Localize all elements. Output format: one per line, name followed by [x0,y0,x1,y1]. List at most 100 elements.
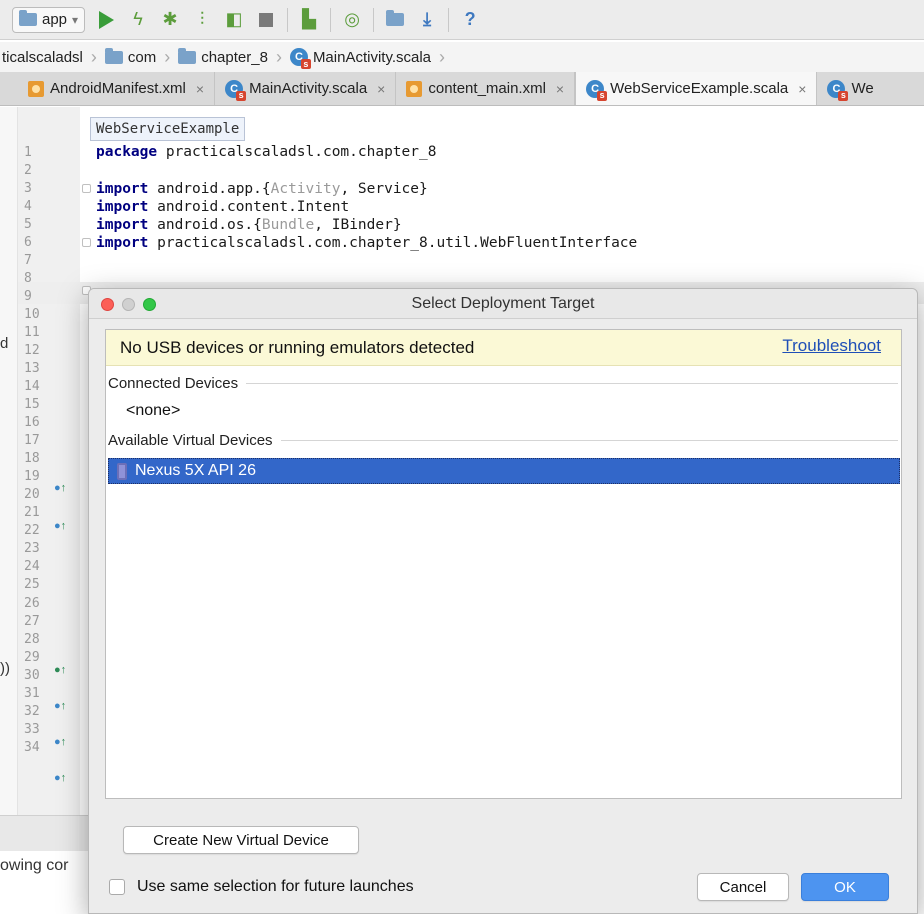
fold-icon[interactable] [82,184,91,193]
close-icon[interactable]: × [196,81,204,97]
instant-run-button[interactable]: ϟ [127,8,149,32]
warning-banner: No USB devices or running emulators dete… [106,330,901,366]
status-strip [0,815,90,851]
ok-button[interactable]: OK [801,873,889,901]
tab-main-activity[interactable]: C MainActivity.scala × [215,72,397,105]
code-line: import android.os.{Bundle, IBinder} [96,217,402,233]
tool-window-strip [0,107,18,817]
project-structure-button[interactable] [384,8,406,32]
warning-text: No USB devices or running emulators dete… [120,338,475,357]
breadcrumb-separator: › [439,46,446,67]
line-number: 26 [24,595,40,611]
device-label: Nexus 5X API 26 [135,462,256,479]
class-name-tooltip: WebServiceExample [90,117,246,141]
profile-button[interactable]: ⫶ [191,8,213,32]
line-number: 19 [24,469,40,485]
line-number: 11 [24,325,40,341]
toolbar-divider [373,7,375,32]
breadcrumb: ticalscaladsl › com › chapter_8 › C Main… [0,42,924,72]
tab-web-service-example[interactable]: C WebServiceExample.scala × [575,72,818,105]
dialog-titlebar[interactable]: Select Deployment Target [89,289,917,319]
line-number: 7 [24,253,32,269]
line-number: 24 [24,559,40,575]
chevron-down-icon: ▾ [72,12,79,27]
lightning-icon: ϟ [133,9,143,29]
line-number: 6 [24,235,32,251]
breadcrumb-item-file[interactable]: C MainActivity.scala [282,42,439,72]
line-number: 30 [24,667,40,683]
tab-label: MainActivity.scala [249,80,368,97]
remember-selection-option[interactable]: Use same selection for future launches [109,878,414,896]
attach-debugger-button[interactable]: ◧ [223,8,245,32]
clipped-text: d [0,335,9,352]
breadcrumb-label: com [127,48,157,66]
project-structure-icon [386,10,405,26]
remember-selection-checkbox[interactable] [109,879,125,895]
line-number: 8 [24,271,32,287]
line-number: 18 [24,451,40,467]
sdk-manager-button[interactable]: ⤓ [416,8,438,32]
line-number: 15 [24,397,40,413]
sync-icon: ◎ [344,9,360,29]
download-icon: ⤓ [423,9,432,29]
sync-gradle-button[interactable]: ◎ [341,8,363,32]
line-number: 29 [24,649,40,665]
help-button[interactable]: ? [459,8,481,32]
line-number: 33 [24,721,40,737]
scala-file-icon: C [586,79,608,101]
line-number: 3 [24,181,32,197]
clipped-text: )) [0,660,10,677]
select-deployment-target-dialog: Select Deployment Target No USB devices … [88,288,918,914]
run-configuration-dropdown[interactable]: app ▾ [12,6,86,33]
scala-file-icon: C [289,48,311,69]
stop-icon [259,12,274,27]
line-number: 22 [24,523,40,539]
main-toolbar: app ▾ ϟ ✱ ⫶ ◧ ▙ ◎ ⤓ ? [0,0,924,40]
phone-icon [117,462,127,480]
editor-tabs: AndroidManifest.xml × C MainActivity.sca… [0,72,924,106]
avd-manager-button[interactable]: ▙ [298,8,320,32]
breadcrumb-label: MainActivity.scala [312,48,432,66]
help-icon: ? [464,9,476,29]
line-number: 16 [24,415,40,431]
stop-button[interactable] [255,8,277,32]
troubleshoot-link[interactable]: Troubleshoot [782,336,881,356]
close-icon[interactable]: × [798,81,806,97]
folder-icon [104,47,123,64]
connected-devices-header: Connected Devices [108,375,898,392]
run-button[interactable] [95,8,117,32]
bug-icon: ✱ [162,9,178,29]
section-divider [246,383,898,384]
breadcrumb-item-package[interactable]: ticalscaladsl [0,42,91,72]
override-marker-icon: ●↑ [54,520,67,532]
breadcrumb-item-chapter[interactable]: chapter_8 [170,42,276,72]
line-number: 12 [24,343,40,359]
device-item-nexus-5x[interactable]: Nexus 5X API 26 [108,458,900,484]
line-number: 23 [24,541,40,557]
close-icon[interactable]: × [377,81,385,97]
cancel-button[interactable]: Cancel [697,873,789,901]
create-new-virtual-device-button[interactable]: Create New Virtual Device [123,826,359,854]
tab-content-main[interactable]: content_main.xml × [396,72,576,105]
tab-overflow[interactable]: C We [817,72,883,105]
tab-label: AndroidManifest.xml [50,80,186,97]
breadcrumb-item-com[interactable]: com [97,42,164,72]
scala-file-icon: C [225,79,247,101]
xml-file-icon [28,80,44,97]
connected-devices-empty: <none> [126,402,181,419]
debug-button[interactable]: ✱ [159,8,181,32]
clipped-text: owing cor [0,857,69,874]
line-number: 32 [24,703,40,719]
close-icon[interactable]: × [556,81,564,97]
available-virtual-devices-header: Available Virtual Devices [108,432,898,449]
fold-icon[interactable] [82,238,91,247]
override-marker-icon: ●↑ [54,482,67,494]
line-number: 25 [24,577,40,593]
module-folder-icon [19,10,37,26]
device-list-panel: No USB devices or running emulators dete… [105,329,902,799]
line-number: 13 [24,361,40,377]
tab-android-manifest[interactable]: AndroidManifest.xml × [18,72,216,105]
override-marker-icon: ●↑ [54,700,67,712]
line-number: 34 [24,739,40,755]
device-icon: ▙ [302,9,316,29]
